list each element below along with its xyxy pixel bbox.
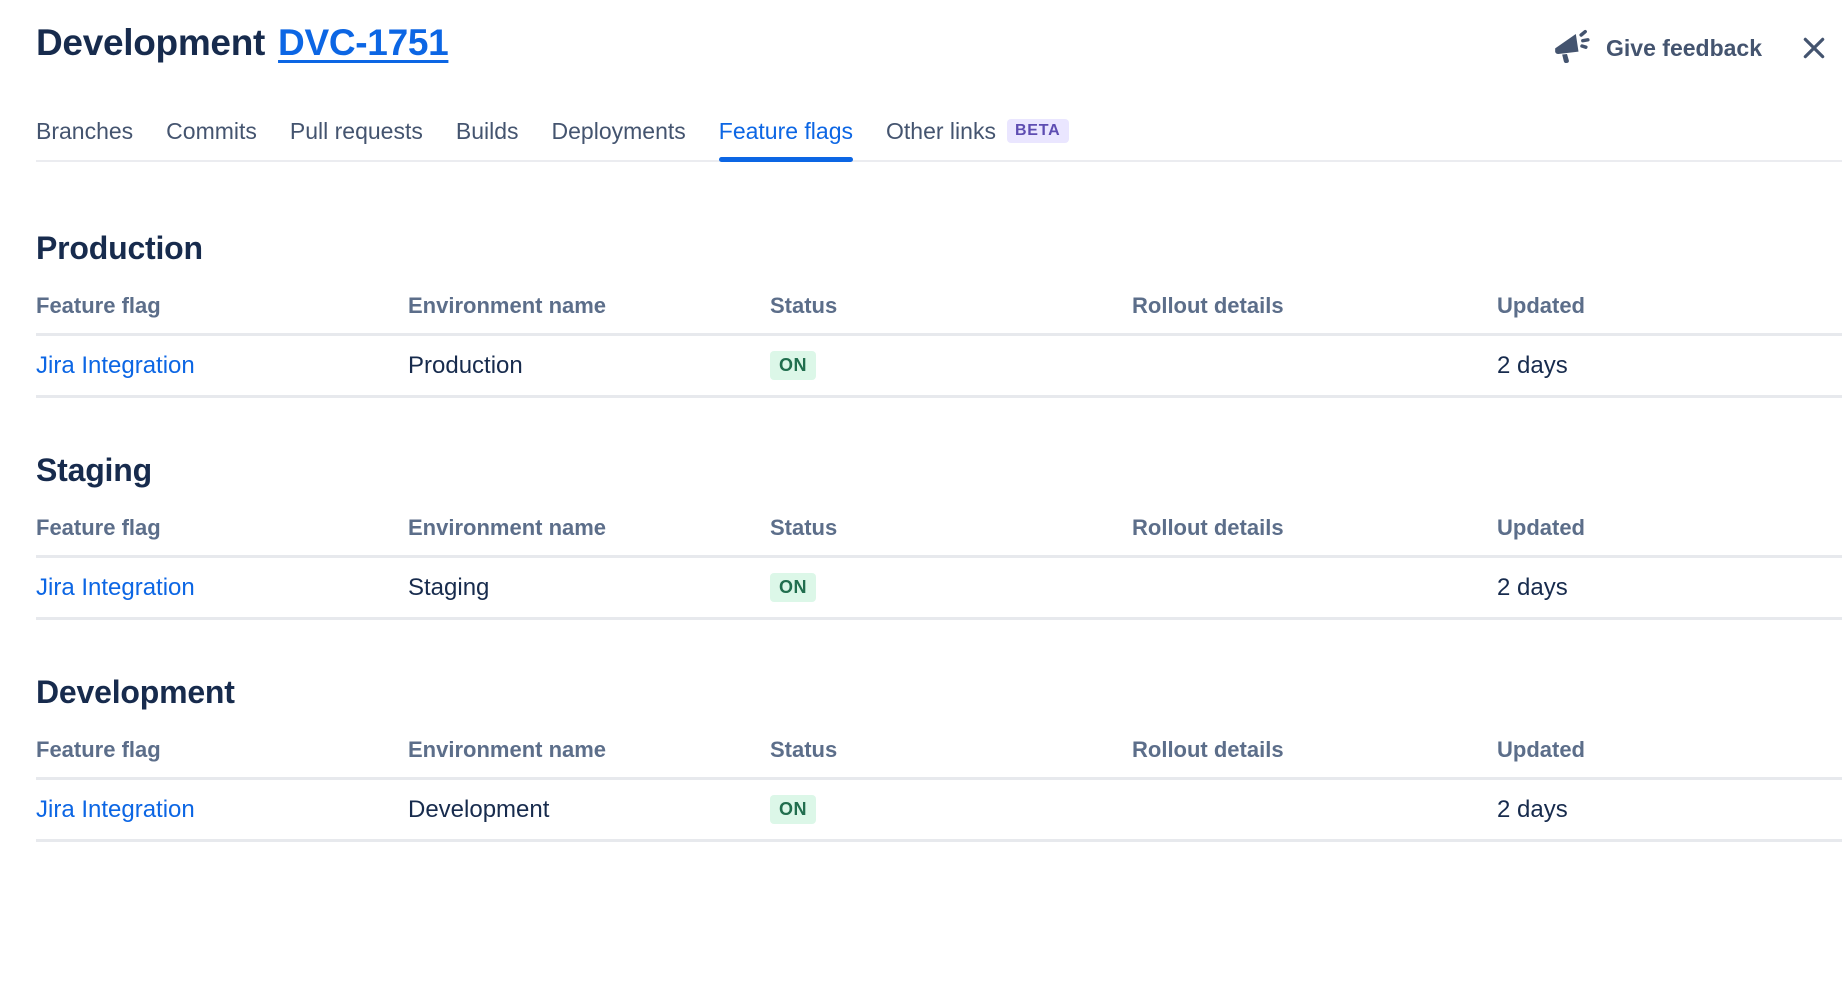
section-production: Production Feature flag Environment name… [36, 230, 1842, 398]
updated-value: 2 days [1497, 574, 1568, 602]
section-heading: Staging [36, 452, 1842, 489]
tab-label: Commits [166, 118, 257, 145]
section-development: Development Feature flag Environment nam… [36, 674, 1842, 842]
tab-label: Other links [886, 118, 996, 145]
give-feedback-button[interactable]: Give feedback [1550, 28, 1762, 68]
table-row: Jira Integration Development ON 2 days [36, 780, 1842, 842]
column-header-feature-flag: Feature flag [36, 293, 408, 319]
environment-name-value: Staging [408, 574, 489, 602]
column-header-updated: Updated [1497, 737, 1842, 763]
status-badge: ON [770, 573, 816, 602]
tab-label: Branches [36, 118, 133, 145]
updated-value: 2 days [1497, 796, 1568, 824]
updated-value: 2 days [1497, 352, 1568, 380]
close-button[interactable] [1798, 32, 1830, 64]
column-header-updated: Updated [1497, 293, 1842, 319]
feature-flag-link[interactable]: Jira Integration [36, 796, 195, 824]
column-header-environment-name: Environment name [408, 293, 770, 319]
megaphone-icon [1550, 28, 1593, 68]
column-header-status: Status [770, 293, 1132, 319]
section-heading: Production [36, 230, 1842, 267]
tab-commits[interactable]: Commits [166, 118, 257, 160]
table-row: Jira Integration Staging ON 2 days [36, 558, 1842, 620]
issue-key-link[interactable]: DVC-1751 [278, 22, 448, 64]
tab-label: Pull requests [290, 118, 423, 145]
column-header-environment-name: Environment name [408, 515, 770, 541]
table-header-row: Feature flag Environment name Status Rol… [36, 293, 1842, 336]
give-feedback-label: Give feedback [1606, 35, 1762, 62]
column-header-feature-flag: Feature flag [36, 737, 408, 763]
tab-deployments[interactable]: Deployments [552, 118, 686, 160]
feature-flags-panel: Production Feature flag Environment name… [0, 230, 1842, 842]
feature-flag-link[interactable]: Jira Integration [36, 574, 195, 602]
feature-flag-link[interactable]: Jira Integration [36, 352, 195, 380]
tab-pull-requests[interactable]: Pull requests [290, 118, 423, 160]
tab-bar: Branches Commits Pull requests Builds De… [36, 118, 1842, 162]
page-title-text: Development [36, 22, 265, 64]
environment-name-value: Development [408, 796, 549, 824]
header-actions: Give feedback [1550, 22, 1830, 68]
column-header-updated: Updated [1497, 515, 1842, 541]
table-header-row: Feature flag Environment name Status Rol… [36, 515, 1842, 558]
column-header-rollout-details: Rollout details [1132, 515, 1497, 541]
close-icon [1798, 52, 1830, 67]
column-header-feature-flag: Feature flag [36, 515, 408, 541]
tab-label: Builds [456, 118, 519, 145]
tab-builds[interactable]: Builds [456, 118, 519, 160]
column-header-rollout-details: Rollout details [1132, 737, 1497, 763]
page-title: Development DVC-1751 [36, 22, 448, 64]
column-header-status: Status [770, 737, 1132, 763]
column-header-status: Status [770, 515, 1132, 541]
table-row: Jira Integration Production ON 2 days [36, 336, 1842, 398]
tab-other-links[interactable]: Other links BETA [886, 118, 1069, 160]
status-badge: ON [770, 351, 816, 380]
environment-name-value: Production [408, 352, 523, 380]
tab-label: Deployments [552, 118, 686, 145]
table-header-row: Feature flag Environment name Status Rol… [36, 737, 1842, 780]
beta-badge: BETA [1007, 119, 1069, 143]
section-staging: Staging Feature flag Environment name St… [36, 452, 1842, 620]
tab-feature-flags[interactable]: Feature flags [719, 118, 853, 160]
tab-branches[interactable]: Branches [36, 118, 133, 160]
status-badge: ON [770, 795, 816, 824]
section-heading: Development [36, 674, 1842, 711]
column-header-rollout-details: Rollout details [1132, 293, 1497, 319]
dialog-header: Development DVC-1751 Give feedback [0, 0, 1842, 68]
tab-label: Feature flags [719, 118, 853, 145]
column-header-environment-name: Environment name [408, 737, 770, 763]
